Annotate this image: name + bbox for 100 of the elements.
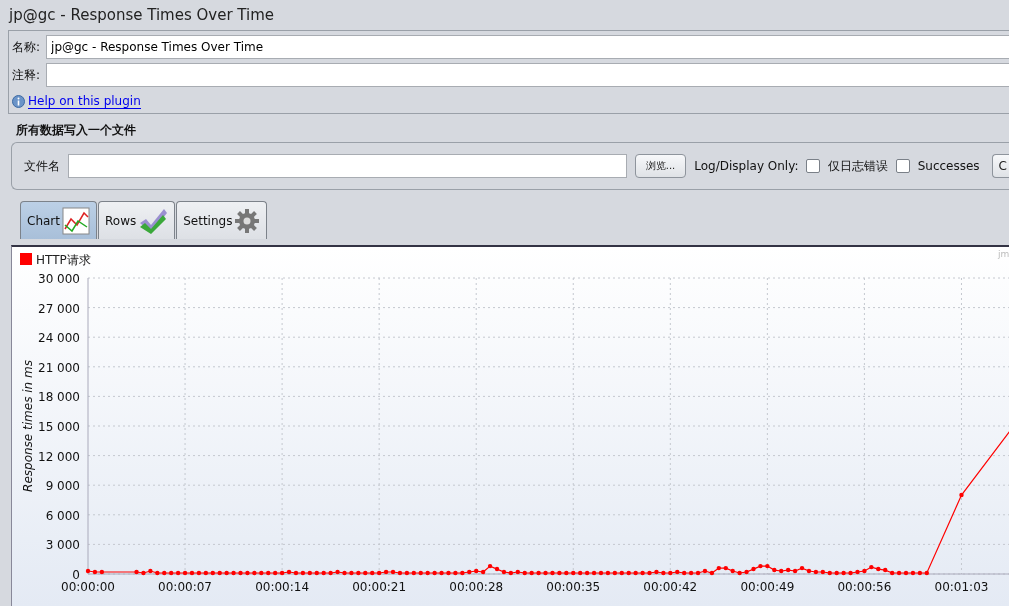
data-point <box>162 570 167 576</box>
data-point <box>640 570 645 576</box>
x-tick-label: 00:00:49 <box>740 580 795 594</box>
data-point <box>834 570 839 576</box>
data-point <box>744 569 749 575</box>
data-point <box>356 570 361 576</box>
data-point <box>460 570 465 576</box>
data-point <box>626 570 631 576</box>
tab[interactable]: Settings <box>176 201 268 239</box>
x-tick-label: 00:00:42 <box>643 580 698 594</box>
filename-label: 文件名 <box>24 157 60 175</box>
data-point <box>155 570 160 576</box>
y-tick-label: 0 <box>72 568 80 582</box>
checkbox[interactable] <box>896 159 910 173</box>
data-point <box>751 566 756 572</box>
data-point <box>439 570 444 576</box>
name-field[interactable]: jp@gc - Response Times Over Time <box>46 35 1009 59</box>
data-point <box>571 570 576 576</box>
y-tick-label: 30 000 <box>38 272 80 286</box>
data-point <box>730 568 735 574</box>
y-axis-title: Response times in ms <box>21 360 35 492</box>
data-point <box>224 570 229 576</box>
data-point <box>238 570 243 576</box>
y-tick-label: 15 000 <box>38 420 80 434</box>
log-display-label: Log/Display Only: <box>694 159 799 173</box>
data-point <box>446 570 451 576</box>
data-point <box>675 569 680 575</box>
data-point <box>772 567 777 573</box>
data-point <box>633 570 638 576</box>
data-point <box>141 570 146 576</box>
data-point <box>647 570 652 576</box>
data-point <box>661 570 666 576</box>
data-point <box>259 570 264 576</box>
data-point <box>418 570 423 576</box>
data-point <box>252 570 257 576</box>
browse-button[interactable]: 浏览... <box>634 154 687 178</box>
legend-label: HTTP请求 <box>36 253 91 267</box>
data-point <box>876 566 881 572</box>
data-point <box>550 570 555 576</box>
data-point <box>758 563 763 569</box>
y-tick-label: 6 000 <box>45 508 80 523</box>
data-point <box>737 570 742 576</box>
x-tick-label: 00:00:21 <box>352 580 407 594</box>
configure-button[interactable]: C <box>991 154 1009 178</box>
window-title: jp@gc - Response Times Over Time <box>7 5 276 26</box>
data-point <box>855 569 860 575</box>
section-title: 所有数据写入一个文件 <box>16 122 137 139</box>
data-point <box>536 570 541 576</box>
data-point <box>765 563 770 569</box>
data-point <box>432 570 437 576</box>
x-tick-label: 00:00:28 <box>449 580 504 594</box>
y-tick-label: 24 000 <box>38 331 80 346</box>
data-point <box>841 570 846 576</box>
y-tick-label: 18 000 <box>38 390 80 405</box>
data-point <box>564 570 569 576</box>
comment-label: 注释: <box>12 66 41 84</box>
y-tick-label: 27 000 <box>38 301 80 316</box>
checkbox-label: Successes <box>917 159 980 173</box>
data-point <box>959 492 964 498</box>
y-tick-label: 21 000 <box>38 360 80 375</box>
data-point <box>425 570 430 576</box>
y-tick-label: 9 000 <box>45 479 80 494</box>
comment-field[interactable] <box>46 63 1009 87</box>
filename-field[interactable] <box>68 154 627 178</box>
help-link[interactable]: Help on this plugin <box>28 94 141 109</box>
data-point <box>245 570 250 576</box>
tab[interactable]: Chart <box>20 201 97 239</box>
data-point <box>862 568 867 574</box>
data-point <box>363 570 368 576</box>
data-point <box>543 570 548 576</box>
data-point <box>134 569 139 575</box>
data-point <box>231 570 236 576</box>
x-tick-label: 00:00:07 <box>158 580 212 594</box>
data-point <box>335 569 340 575</box>
data-point <box>848 570 853 576</box>
info-icon <box>12 95 25 108</box>
line-chart-icon <box>62 206 90 235</box>
x-tick-label: 00:00:56 <box>837 580 892 594</box>
y-tick-label: 3 000 <box>45 538 80 553</box>
data-point <box>654 569 659 575</box>
x-tick-label: 00:00:35 <box>546 580 601 594</box>
data-point <box>148 568 153 574</box>
x-tick-label: 00:00:00 <box>61 580 115 594</box>
data-point <box>321 570 326 576</box>
tab[interactable]: Rows <box>98 201 176 239</box>
x-tick-label: 00:00:14 <box>255 580 310 594</box>
name-label: 名称: <box>12 38 41 56</box>
checkbox[interactable] <box>806 159 821 173</box>
data-point <box>668 570 673 576</box>
gear-icon <box>234 207 261 234</box>
data-point <box>217 570 222 576</box>
data-point <box>349 570 354 576</box>
data-point <box>557 570 562 576</box>
data-point <box>328 570 333 576</box>
data-point <box>467 569 472 575</box>
checkbox-label: 仅日志错误 <box>828 157 889 175</box>
data-point <box>342 570 347 576</box>
x-tick-label: 00:01:03 <box>934 580 989 594</box>
data-point <box>453 570 458 576</box>
data-point <box>522 570 527 576</box>
